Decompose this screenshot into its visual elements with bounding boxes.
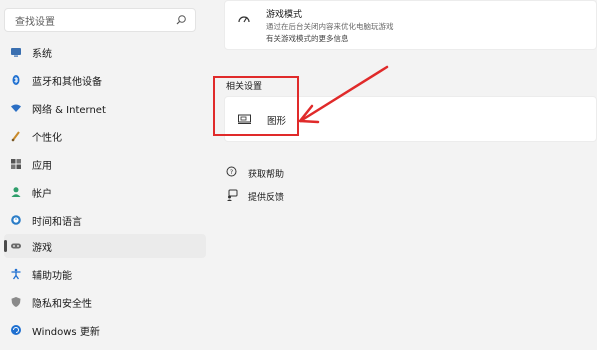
update-icon (10, 324, 22, 336)
search-input[interactable]: 查找设置 (4, 8, 196, 32)
highlight-box (213, 76, 299, 136)
sidebar-item-label: 帐户 (32, 188, 52, 200)
sidebar-item-personalization[interactable]: 个性化 (4, 124, 206, 148)
sidebar-item-privacy[interactable]: 隐私和安全性 (4, 290, 206, 314)
wifi-icon (10, 102, 22, 114)
sidebar-item-label: 网络 & Internet (32, 104, 106, 116)
sidebar-item-label: 系统 (32, 48, 52, 60)
accessibility-icon (10, 268, 22, 280)
help-icon: ? (226, 166, 237, 177)
search-icon (176, 15, 186, 25)
game-mode-more-info-link[interactable]: 有关游戏模式的更多信息 (266, 33, 349, 44)
svg-text:?: ? (230, 168, 233, 176)
give-feedback-link[interactable]: 提供反馈 (248, 190, 284, 203)
sidebar-item-network[interactable]: 网络 & Internet (4, 96, 206, 120)
gauge-icon (238, 16, 250, 23)
game-mode-title: 游戏模式 (266, 10, 303, 20)
feedback-icon (227, 189, 238, 201)
sidebar-item-label: 蓝牙和其他设备 (32, 76, 102, 88)
get-help-link[interactable]: 获取帮助 (248, 167, 284, 180)
search-placeholder: 查找设置 (15, 16, 55, 28)
monitor-icon (10, 46, 22, 58)
selection-indicator (4, 240, 7, 252)
game-mode-description: 通过在后台关闭内容来优化电脑玩游戏 (266, 22, 394, 31)
apps-icon (10, 158, 22, 170)
shield-icon (10, 296, 22, 308)
bluetooth-icon (10, 74, 22, 86)
sidebar-item-apps[interactable]: 应用 (4, 152, 206, 176)
sidebar-item-gaming[interactable]: 游戏 (4, 234, 206, 258)
sidebar-item-label: 时间和语言 (32, 216, 82, 228)
brush-icon (10, 130, 22, 142)
sidebar-item-windows-update[interactable]: Windows 更新 (4, 318, 206, 342)
sidebar-item-label: 辅助功能 (32, 270, 72, 282)
sidebar-item-label: 应用 (32, 160, 52, 172)
sidebar-item-label: 游戏 (32, 242, 52, 254)
sidebar-item-accounts[interactable]: 帐户 (4, 180, 206, 204)
sidebar-item-system[interactable]: 系统 (4, 40, 206, 64)
controller-icon (10, 240, 22, 252)
sidebar-item-bluetooth[interactable]: 蓝牙和其他设备 (4, 68, 206, 92)
sidebar-item-time-language[interactable]: 时间和语言 (4, 208, 206, 232)
sidebar-item-label: 个性化 (32, 132, 62, 144)
sidebar-item-label: 隐私和安全性 (32, 298, 92, 310)
sidebar-item-accessibility[interactable]: 辅助功能 (4, 262, 206, 286)
sidebar-item-label: Windows 更新 (32, 326, 100, 338)
person-icon (10, 186, 22, 198)
globe-clock-icon (10, 214, 22, 226)
